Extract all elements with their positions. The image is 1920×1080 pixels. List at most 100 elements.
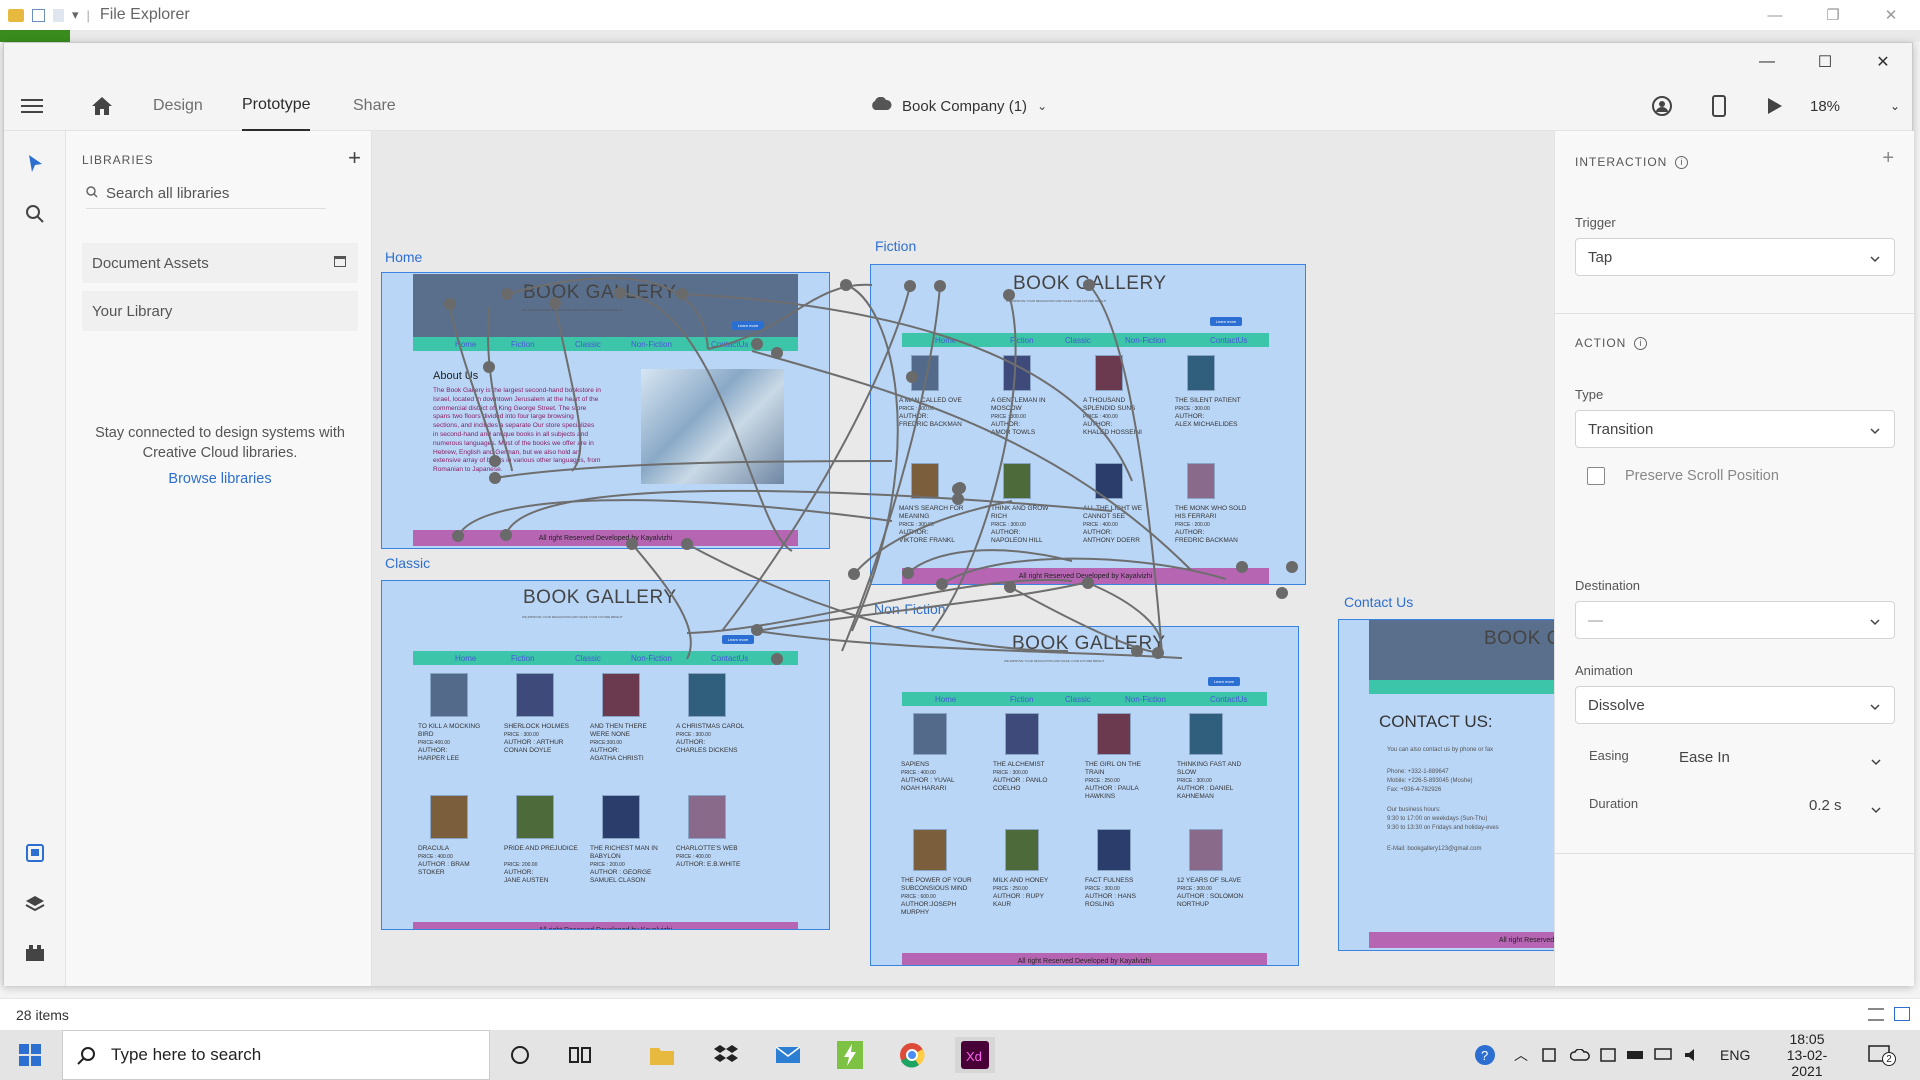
volume-icon[interactable] <box>1684 1030 1702 1080</box>
document-title-menu[interactable]: Book Company (1) ⌄ <box>870 93 1047 119</box>
tab-share[interactable]: Share <box>353 81 396 131</box>
add-library-icon[interactable]: + <box>348 145 361 171</box>
nav-home[interactable]: Home <box>455 340 476 349</box>
learn-more-button[interactable]: Learn more <box>1208 677 1240 686</box>
restore-icon[interactable]: ❐ <box>1804 0 1862 30</box>
nav-home[interactable]: Home <box>455 654 476 663</box>
chrome-icon[interactable] <box>894 1037 930 1073</box>
tab-prototype[interactable]: Prototype <box>242 81 311 131</box>
dropbox-icon[interactable] <box>708 1037 744 1073</box>
mail-icon[interactable] <box>770 1037 806 1073</box>
file-tab[interactable] <box>0 30 70 42</box>
layers-icon[interactable] <box>22 890 48 916</box>
dropdown-icon[interactable]: ▾ <box>72 7 79 23</box>
task-view-icon[interactable] <box>562 1037 598 1073</box>
duration-select[interactable]: 0.2 s <box>1809 791 1885 819</box>
library-item-document-assets[interactable]: Document Assets <box>82 243 358 283</box>
bolt-app-icon[interactable] <box>832 1037 868 1073</box>
nav-classic[interactable]: Classic <box>575 654 601 663</box>
library-search-input[interactable]: Search all libraries <box>86 179 326 209</box>
learn-more-button[interactable]: Learn more <box>1210 317 1242 326</box>
wire-connector-handle[interactable] <box>1276 587 1288 599</box>
trigger-select[interactable]: Tap <box>1575 238 1895 276</box>
notifications-icon[interactable]: 2 <box>1868 1030 1896 1080</box>
plugins-icon[interactable] <box>22 940 48 966</box>
minimize-icon[interactable]: — <box>1746 0 1804 30</box>
browse-libraries-link[interactable]: Browse libraries <box>82 471 358 487</box>
artboard-classic[interactable]: BOOK GALLERY WE IMPROVE YOUR IMAGINATION… <box>381 580 830 930</box>
maximize-icon[interactable]: ☐ <box>1796 43 1854 81</box>
nav-classic[interactable]: Classic <box>1065 336 1091 345</box>
power-icon[interactable] <box>1626 1030 1646 1080</box>
artboard-contact[interactable]: BOOK GALLERY CONTACT US: You can also co… <box>1338 619 1554 951</box>
help-icon[interactable]: ? <box>1474 1030 1496 1080</box>
page-icon[interactable] <box>53 8 64 22</box>
nav-fiction[interactable]: Fiction <box>511 654 535 663</box>
artboard-label-contact[interactable]: Contact Us <box>1344 594 1413 610</box>
battery-icon[interactable] <box>1542 1030 1556 1080</box>
network-icon[interactable] <box>1654 1030 1672 1080</box>
destination-select[interactable]: — <box>1575 601 1895 639</box>
nav-fiction[interactable]: Fiction <box>1010 336 1034 345</box>
nav-contact[interactable]: ContactUs <box>711 340 748 349</box>
device-icon[interactable] <box>1600 1030 1616 1080</box>
learn-more-button[interactable]: Learn more <box>732 321 764 330</box>
info-icon[interactable]: i <box>1634 336 1648 350</box>
wire-connector-handle[interactable] <box>848 568 860 580</box>
artboard-home[interactable]: BOOK GALLERY WE IMPROVE YOUR IMAGINATION… <box>381 272 830 549</box>
info-icon[interactable]: i <box>1675 155 1689 169</box>
learn-more-button[interactable]: Learn more <box>722 635 754 644</box>
animation-select[interactable]: Dissolve <box>1575 686 1895 724</box>
checkbox-icon[interactable] <box>32 8 45 22</box>
windows-start-icon[interactable] <box>12 1037 48 1073</box>
add-interaction-icon[interactable]: + <box>1882 147 1894 170</box>
file-explorer-app-icon[interactable] <box>644 1037 680 1073</box>
artboard-nonfiction[interactable]: BOOK GALLERY WE IMPROVE YOUR IMAGINATION… <box>870 626 1299 966</box>
artboard-fiction[interactable]: BOOK GALLERY WE IMPROVE YOUR IMAGINATION… <box>870 264 1306 585</box>
taskbar-search-input[interactable]: Type here to search <box>62 1030 490 1080</box>
artboard-label-fiction[interactable]: Fiction <box>875 238 916 254</box>
nav-fiction[interactable]: Fiction <box>511 340 535 349</box>
minimize-icon[interactable]: — <box>1738 43 1796 81</box>
nav-contact[interactable]: ContactUs <box>1210 336 1247 345</box>
play-preview-icon[interactable] <box>1762 93 1788 119</box>
nav-classic[interactable]: Classic <box>575 340 601 349</box>
home-icon[interactable] <box>88 92 116 120</box>
preserve-scroll-checkbox[interactable] <box>1587 467 1605 485</box>
zoom-select[interactable]: 18% ⌄ <box>1810 93 1900 119</box>
clock[interactable]: 18:05 13-02-2021 <box>1772 1030 1842 1080</box>
search-icon[interactable] <box>22 201 48 227</box>
nav-contact[interactable]: ContactUs <box>711 654 748 663</box>
nav-home[interactable]: Home <box>935 336 956 345</box>
nav-nonfiction[interactable]: Non-Fiction <box>1125 336 1166 345</box>
adobe-xd-icon[interactable]: Xd <box>955 1037 995 1073</box>
cortana-icon[interactable] <box>502 1037 538 1073</box>
wire-connector-handle[interactable] <box>840 279 852 291</box>
nav-nonfiction[interactable]: Non-Fiction <box>1125 695 1166 704</box>
library-item-your-library[interactable]: Your Library <box>82 291 358 331</box>
artboard-label-home[interactable]: Home <box>385 249 422 265</box>
nav-nonfiction[interactable]: Non-Fiction <box>631 340 672 349</box>
close-icon[interactable]: ✕ <box>1854 43 1912 81</box>
nav-fiction[interactable]: Fiction <box>1010 695 1034 704</box>
prototype-canvas[interactable]: Home BOOK GALLERY WE IMPROVE YOUR IMAGIN… <box>372 131 1554 986</box>
onedrive-icon[interactable] <box>1570 1030 1590 1080</box>
select-tool-icon[interactable] <box>22 151 48 177</box>
device-preview-icon[interactable] <box>1706 93 1732 119</box>
artboard-label-nonfiction[interactable]: Non-Fiction <box>874 601 946 617</box>
tab-design[interactable]: Design <box>153 81 203 131</box>
details-view-icon[interactable] <box>1868 1008 1884 1021</box>
easing-select[interactable]: Ease In <box>1679 743 1885 771</box>
tiles-view-icon[interactable] <box>1894 1007 1910 1021</box>
nav-contact[interactable]: ContactUs <box>1210 695 1247 704</box>
nav-home[interactable]: Home <box>935 695 956 704</box>
artboard-label-classic[interactable]: Classic <box>385 555 430 571</box>
type-select[interactable]: Transition <box>1575 410 1895 448</box>
share-user-icon[interactable] <box>1649 93 1675 119</box>
libraries-icon[interactable] <box>22 840 48 866</box>
language-indicator[interactable]: ENG <box>1720 1030 1750 1080</box>
nav-classic[interactable]: Classic <box>1065 695 1091 704</box>
hamburger-menu-icon[interactable] <box>18 93 46 119</box>
close-icon[interactable]: ✕ <box>1862 0 1920 30</box>
nav-nonfiction[interactable]: Non-Fiction <box>631 654 672 663</box>
